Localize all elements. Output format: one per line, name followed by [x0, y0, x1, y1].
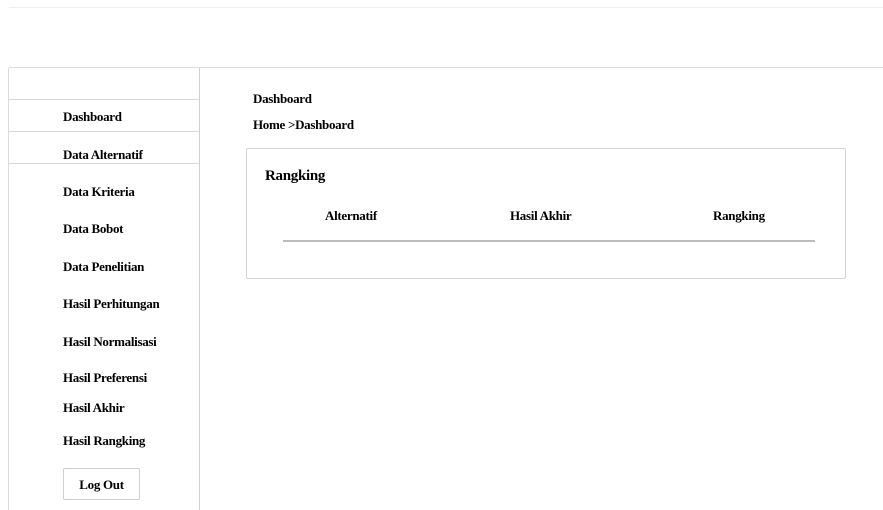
sidebar-item-data-kriteria[interactable]: Data Kriteria [63, 184, 135, 200]
column-header-rangking: Rangking [713, 208, 765, 223]
page-title: Dashboard [253, 91, 312, 106]
breadcrumb: Home >Dashboard [253, 117, 354, 133]
sidebar-item-hasil-akhir[interactable]: Hasil Akhir [63, 400, 125, 416]
sidebar-item-hasil-rangking[interactable]: Hasil Rangking [63, 433, 145, 449]
breadcrumb-separator: > [287, 117, 296, 132]
breadcrumb-current: Dashboard [295, 117, 354, 132]
sidebar-item-hasil-preferensi[interactable]: Hasil Preferensi [63, 370, 147, 386]
sidebar-item-dashboard[interactable]: Dashboard [63, 109, 122, 125]
sidebar-item-data-penelitian[interactable]: Data Penelitian [63, 259, 144, 275]
ranking-card: Rangking Alternatif Hasil Akhir Rangking [246, 148, 846, 279]
sidebar-item-hasil-normalisasi[interactable]: Hasil Normalisasi [63, 334, 157, 350]
top-header-bar [9, 7, 883, 68]
logout-button[interactable]: Log Out [63, 468, 140, 500]
column-header-hasil-akhir: Hasil Akhir [510, 208, 572, 223]
sidebar-item-data-alternatif[interactable]: Data Alternatif [63, 147, 143, 163]
table-header-divider [283, 240, 815, 242]
sidebar: Dashboard Data Alternatif Data Kriteria … [8, 68, 200, 510]
breadcrumb-home-link[interactable]: Home [253, 117, 285, 132]
column-header-alternatif: Alternatif [325, 208, 377, 223]
card-title: Rangking [265, 168, 326, 184]
sidebar-divider [9, 131, 200, 132]
app-window: Dashboard Data Alternatif Data Kriteria … [0, 0, 883, 510]
sidebar-item-data-bobot[interactable]: Data Bobot [63, 221, 124, 237]
sidebar-item-hasil-perhitungan[interactable]: Hasil Perhitungan [63, 296, 160, 312]
